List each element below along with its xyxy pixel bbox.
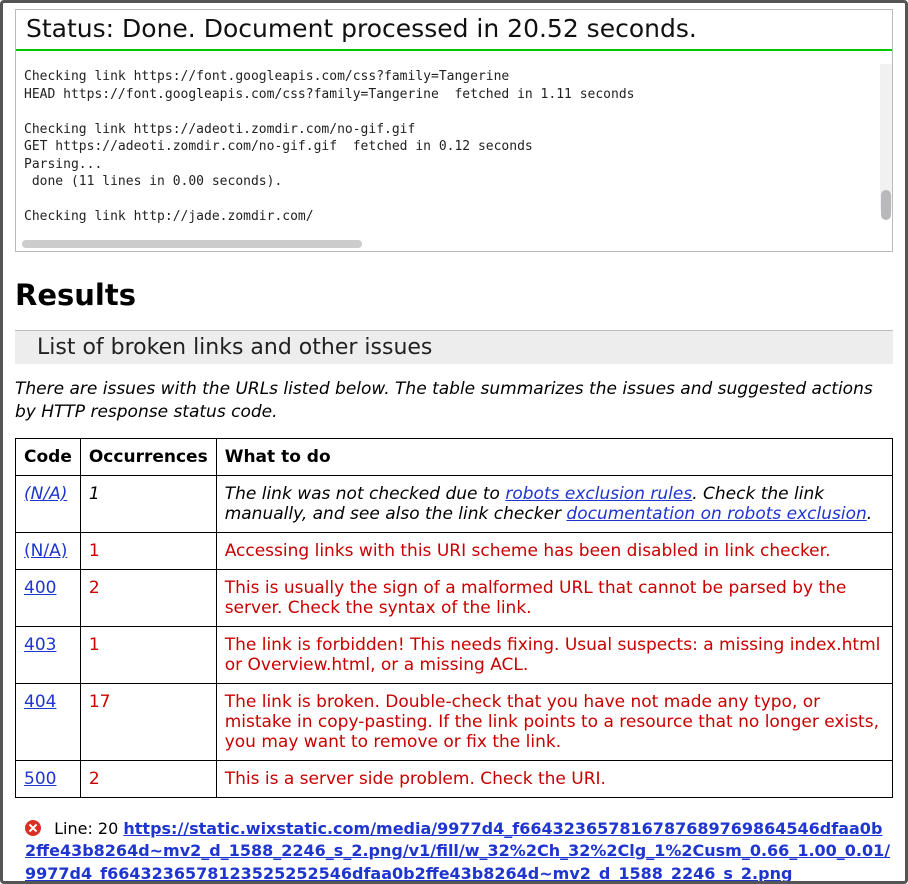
what-cell: This is usually the sign of a malformed … xyxy=(216,569,892,626)
code-link[interactable]: 500 xyxy=(24,769,56,789)
horizontal-scrollbar[interactable] xyxy=(16,237,892,251)
occurrences-cell: 2 xyxy=(80,569,216,626)
what-cell: The link is forbidden! This needs fixing… xyxy=(216,626,892,683)
what-cell: Accessing links with this URI scheme has… xyxy=(216,532,892,569)
occurrences-cell: 2 xyxy=(80,760,216,797)
error-icon xyxy=(25,820,41,836)
issue-url-link[interactable]: https://static.wixstatic.com/media/9977d… xyxy=(25,819,890,881)
robots-rules-link[interactable]: robots exclusion rules xyxy=(505,484,692,504)
col-what: What to do xyxy=(216,438,892,475)
horizontal-scroll-thumb[interactable] xyxy=(22,240,362,248)
vertical-scroll-thumb[interactable] xyxy=(881,190,891,220)
occurrences-cell: 17 xyxy=(80,683,216,760)
robots-doc-link[interactable]: documentation on robots exclusion xyxy=(566,504,866,524)
log-wrap: Checking link https://font.googleapis.co… xyxy=(16,64,892,224)
table-row: 400 2This is usually the sign of a malfor… xyxy=(16,569,893,626)
table-header-row: Code Occurrences What to do xyxy=(16,438,893,475)
section-header: List of broken links and other issues xyxy=(15,330,893,364)
content-area: Status: Done. Document processed in 20.5… xyxy=(3,3,905,881)
table-row: 403 1The link is forbidden! This needs fi… xyxy=(16,626,893,683)
results-heading: Results xyxy=(15,278,893,312)
app-frame: Status: Done. Document processed in 20.5… xyxy=(0,0,908,884)
vertical-scrollbar[interactable] xyxy=(880,64,892,210)
table-row: 500 2This is a server side problem. Check… xyxy=(16,760,893,797)
occurrences-cell: 1 xyxy=(80,475,216,532)
col-occurrences: Occurrences xyxy=(80,438,216,475)
col-code: Code xyxy=(16,438,81,475)
code-link[interactable]: 404 xyxy=(24,692,56,712)
table-row: 404 17The link is broken. Double-check th… xyxy=(16,683,893,760)
code-link[interactable]: (N/A) xyxy=(24,541,67,561)
line-label: Line: xyxy=(54,819,93,838)
line-number: 20 xyxy=(98,819,118,838)
what-cell: The link was not checked due to robots e… xyxy=(216,475,892,532)
table-row: (N/A) 1Accessing links with this URI sche… xyxy=(16,532,893,569)
status-box: Status: Done. Document processed in 20.5… xyxy=(15,9,893,252)
code-link[interactable]: 400 xyxy=(24,578,56,598)
intro-text: There are issues with the URLs listed be… xyxy=(15,378,893,424)
code-link[interactable]: (N/A) xyxy=(24,484,67,504)
status-title: Status: Done. Document processed in 20.5… xyxy=(16,10,892,51)
occurrences-cell: 1 xyxy=(80,626,216,683)
log-output: Checking link https://font.googleapis.co… xyxy=(16,64,892,224)
table-row: (N/A) 1The link was not checked due to ro… xyxy=(16,475,893,532)
occurrences-cell: 1 xyxy=(80,532,216,569)
what-cell: The link is broken. Double-check that yo… xyxy=(216,683,892,760)
issue-detail: Line: 20 https://static.wixstatic.com/me… xyxy=(15,818,893,881)
code-link[interactable]: 403 xyxy=(24,635,56,655)
issues-table: Code Occurrences What to do (N/A)1The li… xyxy=(15,438,893,798)
what-cell: This is a server side problem. Check the… xyxy=(216,760,892,797)
